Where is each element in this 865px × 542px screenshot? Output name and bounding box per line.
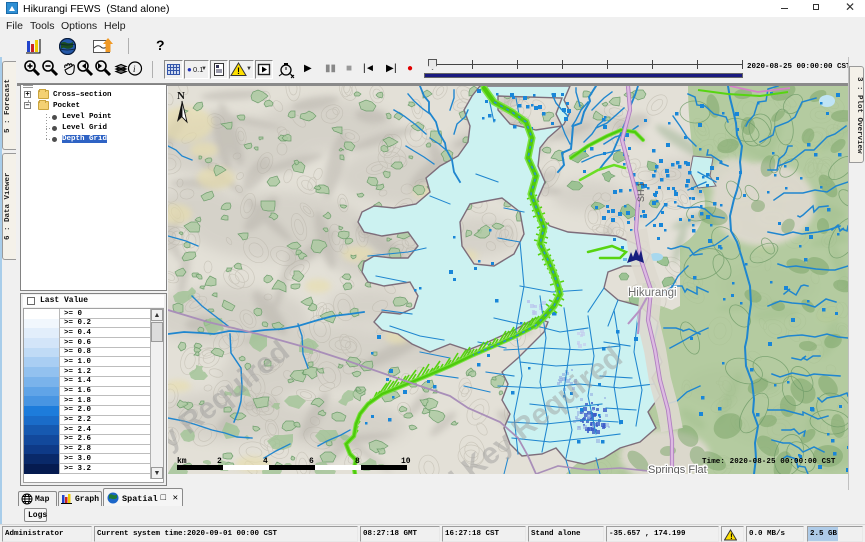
svg-text:Time: 2020-08-25 00:00:00 CST: Time: 2020-08-25 00:00:00 CST [702,458,836,466]
svg-text:SH 1: SH 1 [636,182,646,202]
svg-text:10: 10 [401,457,411,466]
svg-text:6: 6 [309,457,314,466]
svg-text:Springs Flat: Springs Flat [648,464,707,474]
svg-text:N: N [177,90,185,102]
svg-text:km: km [177,457,187,466]
svg-text:i: i [133,64,136,74]
svg-text:8: 8 [355,457,360,466]
svg-text:!: ! [237,66,240,76]
svg-text:2: 2 [217,457,222,466]
svg-text:Hikurangi: Hikurangi [628,287,677,299]
svg-text:4: 4 [263,457,268,466]
svg-text:!: ! [729,533,734,541]
